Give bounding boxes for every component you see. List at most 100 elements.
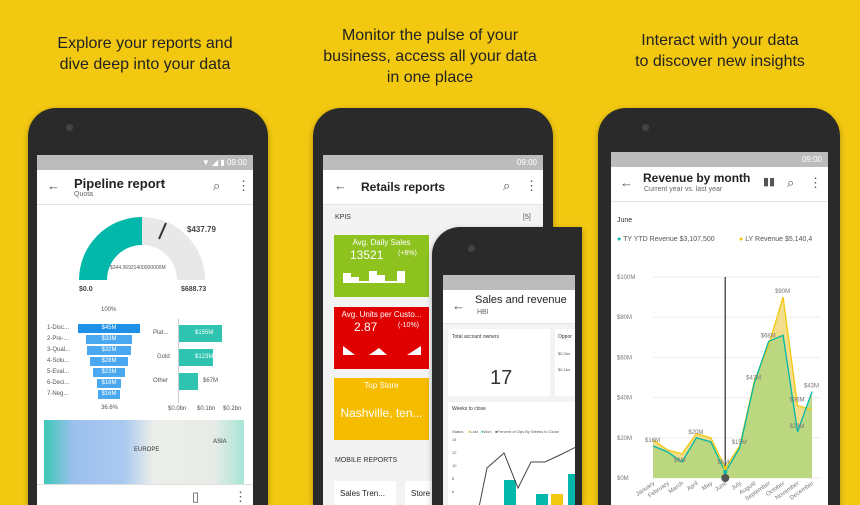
gauge-min: $0.0 [79,286,93,293]
report-title[interactable]: Revenue by month [643,171,750,185]
mobile-report-item[interactable]: Sales Tren... [334,481,396,505]
screen-sales: ← Sales and revenue HBI Total account ow… [443,275,575,505]
bar-label: Other [153,378,169,384]
map-visual[interactable]: EUROPE ASIA [44,420,244,484]
funnel-bar[interactable]: $18M [96,379,122,388]
phone-revenue: 09:00 ← Revenue by month ⌄ Current year … [598,108,840,505]
x-tick-label: April [686,481,699,493]
data-label: $43M [804,384,819,390]
wifi-icon: ▼ ◢ ▮ [201,158,227,167]
gauge-value: $344.36921400000000M [110,265,166,271]
gauge-chart [79,217,205,280]
funnel-label: 1-Disc... [47,325,70,331]
status-time: 09:00 [801,155,822,164]
data-label: $15M [732,440,747,446]
funnel-bar[interactable]: $33M [86,335,132,344]
funnel-bar[interactable]: $45M [78,324,140,333]
data-label: $5M [717,460,729,466]
back-arrow-icon[interactable]: ← [334,178,347,193]
caption-monitor: Monitor the pulse of your business, acce… [323,27,537,86]
kpis-count: [5] [523,214,531,221]
tile-value: Nashville, ten... [340,406,423,420]
status-bar: 09:00 [323,155,543,170]
data-label: $68M [761,333,776,339]
funnel-bar[interactable]: $16M [97,390,120,399]
funnel-bar[interactable]: $28M [89,357,129,366]
header: ← Revenue by month ⌄ Current year vs. la… [611,167,828,202]
chevron-down-icon[interactable]: ⌄ [159,177,167,188]
more-icon[interactable]: ⋮ [809,175,822,191]
funnel-label: 5-Eval... [47,369,70,375]
chevron-down-icon[interactable]: ⌄ [741,170,749,181]
back-arrow-icon[interactable]: ← [620,175,633,190]
card-account-owners[interactable]: Total account owners 17 [448,329,550,396]
search-icon[interactable]: ⌕ [503,178,510,194]
sparkline-area [343,346,421,355]
header: ← Sales and revenue HBI [443,290,575,324]
report-title[interactable]: Sales and revenue [475,294,567,306]
back-arrow-icon[interactable]: ← [452,298,465,313]
more-icon[interactable]: ⋮ [237,178,250,194]
bar-label: Plat... [153,330,169,336]
selected-month: June [617,217,633,224]
mobile-reports-label: MOBILE REPORTS [335,457,398,464]
funnel-top-pct: 100% [101,307,117,313]
bar-value: $155M [195,330,214,336]
gauge-target: $437.79 [187,225,216,234]
tile-title: Top Store [364,381,399,390]
funnel-bar[interactable]: $23M [93,368,125,377]
header: ← Retails reports ⌕ ⋮ [323,170,543,205]
screen-revenue: 09:00 ← Revenue by month ⌄ Current year … [611,152,828,505]
legend-ly[interactable]: ● LY Revenue $5,140,4 [739,236,812,243]
x-tick-label: March [668,481,685,495]
card-tick: $0.1bn [558,367,571,372]
camera-icon [642,124,649,131]
search-icon[interactable]: ⌕ [787,175,794,191]
data-label: $47M [746,376,761,382]
kpi-tile-units[interactable]: Avg. Units per Custo... 2.87 (-10%) [334,307,429,369]
funnel-bar[interactable]: $32M [86,346,132,355]
kpi-tile-daily-sales[interactable]: Avg. Daily Sales 13521 (+8%) [334,235,429,297]
y-tick-label: $40M [617,396,632,402]
data-label: $36M [790,398,805,404]
kpi-tile-top-store[interactable]: Top Store Nashville, ten... [334,378,429,440]
point-ly [723,465,728,470]
map-label-asia: ASIA [213,439,227,445]
status-time: 09:00 [226,158,247,167]
pages-icon[interactable]: ▯ [192,489,199,505]
bar-value: $123M [195,354,214,360]
bottom-bar: ▯ ⋮ [37,484,253,505]
tile-value: 2.87 [354,320,378,334]
data-label: $23M [790,424,805,430]
status-bar [443,275,575,290]
phone-sales: ← Sales and revenue HBI Total account ow… [432,227,582,505]
search-icon[interactable]: ⌕ [213,178,220,194]
y-tick-label: $20M [617,436,632,442]
card-value: 17 [490,367,513,389]
card-opportunities[interactable]: Oppor $0.2bn $0.1bn [555,329,575,396]
bar[interactable] [179,373,198,390]
funnel-label: 2-Pre-... [47,336,69,342]
map-label-europe: EUROPE [134,447,160,453]
data-label: $20M [688,430,703,436]
camera-icon [468,245,475,252]
y-tick-label: $60M [617,355,632,361]
bar-tick: $0.2bn [223,406,242,412]
report-title[interactable]: Retails reports [361,180,445,194]
revenue-chart[interactable]: $0M $20M $40M $60M $80M $100M $16M $6M $20M $5M $1… [611,252,828,505]
tile-change: (+8%) [398,250,417,257]
bar-chart-icon[interactable]: ▮▮ [763,175,775,188]
funnel-label: 6-Deci... [47,380,70,386]
more-icon[interactable]: ⋮ [234,489,247,505]
bar-axis [178,319,179,403]
report-title[interactable]: Pipeline report [74,176,165,191]
back-arrow-icon[interactable]: ← [47,178,60,193]
report-subtitle: HBI [477,309,489,316]
weeks-to-close-chart[interactable]: Weeks to close Status ●Lost ●Won ●Percen… [448,402,575,505]
data-label: $6M [674,458,686,464]
more-icon[interactable]: ⋮ [525,178,538,194]
kpis-label: KPIS [335,214,351,221]
legend-ty[interactable]: ● TY YTD Revenue $3,107,500 [617,236,715,243]
tile-change: (-10%) [398,322,420,329]
bar-label: Gold [157,354,170,360]
